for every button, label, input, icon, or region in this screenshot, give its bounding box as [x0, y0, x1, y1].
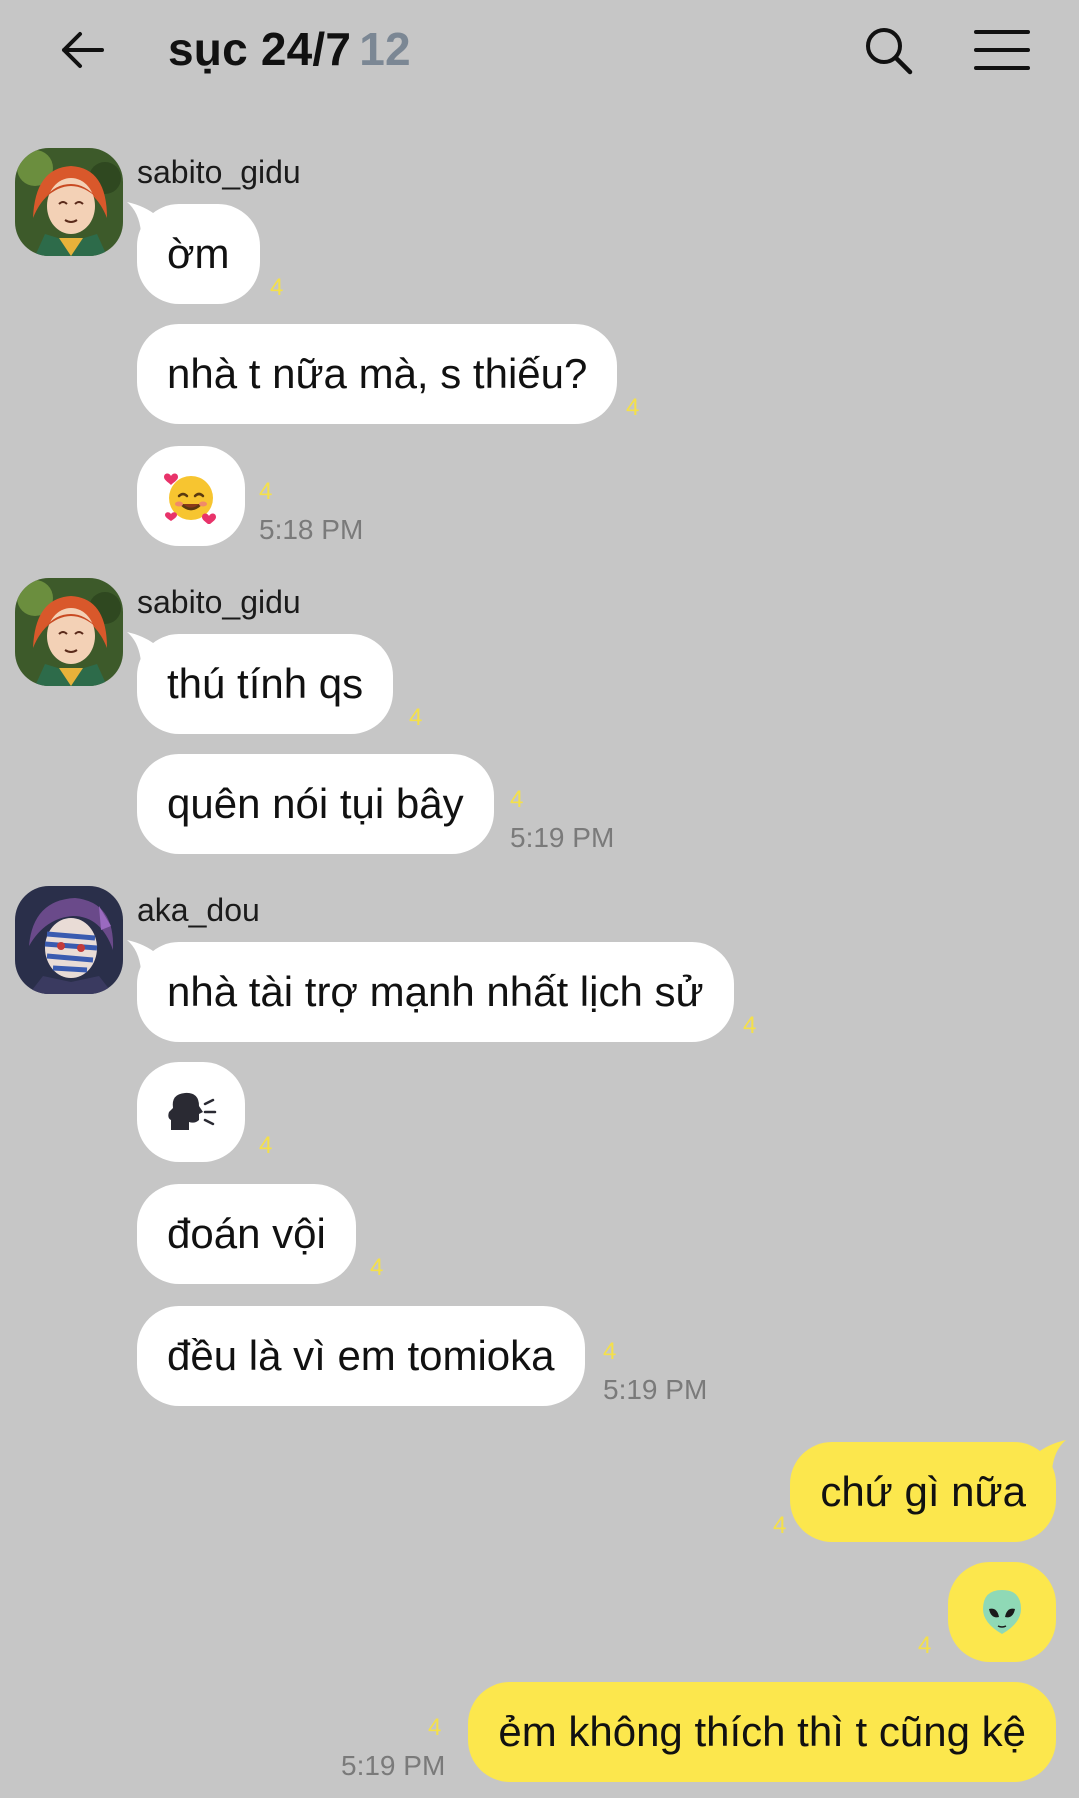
chat-name: sục 24/7 [168, 23, 352, 75]
unread-count: 4 [259, 478, 273, 505]
unread-count: 4 [626, 394, 640, 421]
unread-count: 4 [603, 1338, 617, 1365]
my-message-bubble[interactable]: ẻm không thích thì t cũng kệ [468, 1682, 1056, 1782]
emoji-bubble[interactable] [137, 1062, 245, 1162]
message-bubble[interactable]: quên nói tụi bây [137, 754, 494, 854]
message-text: nhà t nữa mà, s thiếu? [167, 350, 588, 397]
avatar-aka-dou[interactable] [15, 886, 123, 994]
message-text: ẻm không thích thì t cũng kệ [498, 1708, 1026, 1755]
message-time: 5:19 PM [510, 822, 615, 853]
unread-count: 4 [370, 1254, 384, 1281]
message-text: đoán vội [167, 1210, 326, 1257]
member-count: 12 [359, 23, 411, 75]
unread-count: 4 [270, 274, 284, 301]
unread-count: 4 [743, 1012, 757, 1039]
menu-icon[interactable] [970, 20, 1034, 80]
message-bubble[interactable]: nhà tài trợ mạnh nhất lịch sử [127, 940, 734, 1042]
message-text: quên nói tụi bây [167, 780, 464, 827]
message-text: đều là vì em tomioka [167, 1332, 555, 1379]
unread-count: 4 [918, 1632, 932, 1659]
message-bubble[interactable]: ờm [127, 202, 260, 304]
message-text: nhà tài trợ mạnh nhất lịch sử [167, 968, 704, 1015]
message-text: thú tính qs [167, 660, 364, 707]
speaking-head-icon [168, 1092, 217, 1130]
unread-count: 4 [428, 1714, 442, 1741]
emoji-bubble[interactable] [137, 446, 245, 546]
avatar-sabito[interactable] [15, 578, 123, 686]
sender-name: sabito_gidu [137, 584, 301, 620]
message-text: ờm [167, 230, 230, 277]
search-icon[interactable] [858, 20, 918, 80]
my-message-bubble[interactable]: chứ gì nữa [790, 1440, 1066, 1542]
chat-title: sục 24/7 12 [168, 22, 411, 76]
unread-count: 4 [409, 704, 423, 731]
my-emoji-bubble[interactable] [948, 1562, 1056, 1662]
message-bubble[interactable]: đều là vì em tomioka [137, 1306, 585, 1406]
message-text: chứ gì nữa [820, 1468, 1026, 1515]
message-bubble[interactable]: đoán vội [137, 1184, 356, 1284]
message-time: 5:19 PM [603, 1374, 708, 1405]
alien-icon [983, 1590, 1021, 1634]
message-bubble[interactable]: nhà t nữa mà, s thiếu? [137, 324, 618, 424]
avatar-sabito[interactable] [15, 148, 123, 256]
message-time: 5:19 PM [341, 1750, 446, 1781]
unread-count: 4 [510, 786, 524, 813]
message-time: 5:18 PM [259, 514, 364, 545]
message-bubble[interactable]: thú tính qs [127, 632, 394, 734]
unread-count: 4 [259, 1132, 273, 1159]
back-arrow-icon[interactable] [52, 20, 112, 80]
unread-count: 4 [773, 1512, 787, 1539]
chat-header: sục 24/7 12 [0, 0, 1079, 100]
smiling-face-with-hearts-icon [164, 473, 216, 524]
sender-name: sabito_gidu [137, 154, 301, 190]
sender-name: aka_dou [137, 892, 260, 928]
